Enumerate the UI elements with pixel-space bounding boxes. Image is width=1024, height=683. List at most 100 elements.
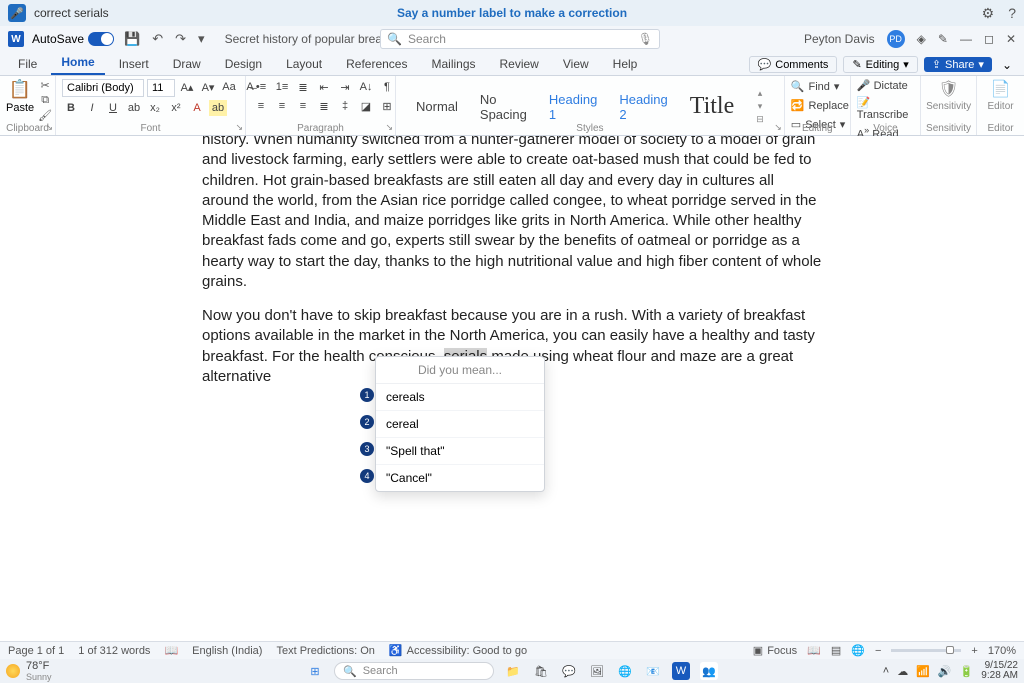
store-icon[interactable]: 🛍 xyxy=(532,662,550,680)
spellcheck-icon[interactable]: 📖 xyxy=(164,644,178,657)
format-painter-icon[interactable]: 🖌 xyxy=(38,109,52,122)
tab-home[interactable]: Home xyxy=(51,51,104,75)
battery-icon[interactable]: 🔋 xyxy=(960,665,974,678)
paragraph-1[interactable]: history. When humanity switched from a h… xyxy=(202,136,822,292)
minimize-icon[interactable]: — xyxy=(960,32,972,46)
toggle-on-icon[interactable] xyxy=(88,32,114,46)
autosave-toggle[interactable]: AutoSave xyxy=(32,32,114,46)
redo-icon[interactable]: ↷ xyxy=(173,31,188,47)
italic-icon[interactable]: I xyxy=(83,100,101,116)
zoom-slider[interactable] xyxy=(891,649,961,652)
word-taskbar-icon[interactable]: W xyxy=(672,662,690,680)
tab-review[interactable]: Review xyxy=(490,53,549,75)
grow-font-icon[interactable]: A▴ xyxy=(178,79,196,95)
style-nospacing[interactable]: No Spacing xyxy=(480,92,527,122)
editor-button[interactable]: Editor xyxy=(987,101,1013,112)
styles-up-icon[interactable]: ▴ xyxy=(758,88,763,99)
bold-icon[interactable]: B xyxy=(62,100,80,116)
tab-draw[interactable]: Draw xyxy=(163,53,211,75)
underline-icon[interactable]: U xyxy=(104,100,122,116)
tab-view[interactable]: View xyxy=(553,53,599,75)
edge-icon[interactable]: 🌐 xyxy=(616,662,634,680)
numbering-icon[interactable]: 1≡ xyxy=(273,79,291,95)
font-launcher-icon[interactable]: ↘ xyxy=(235,122,243,133)
suggestion-1[interactable]: 1cereals xyxy=(376,384,544,411)
onedrive-icon[interactable]: ☁ xyxy=(897,665,908,678)
copy-icon[interactable]: ⧉ xyxy=(41,94,49,107)
bullets-icon[interactable]: •≡ xyxy=(252,79,270,95)
paste-button[interactable]: 📋 Paste xyxy=(6,79,34,114)
focus-mode[interactable]: ▣ Focus xyxy=(753,644,797,657)
accessibility-status[interactable]: ♿ Accessibility: Good to go xyxy=(389,644,527,657)
tab-mailings[interactable]: Mailings xyxy=(421,53,485,75)
find-button[interactable]: 🔍 Find ▾ xyxy=(791,79,840,94)
styles-launcher-icon[interactable]: ↘ xyxy=(774,122,782,133)
search-input[interactable]: 🔍 Search 🎙 xyxy=(380,29,660,49)
start-icon[interactable]: ⊞ xyxy=(306,662,324,680)
comments-button[interactable]: 💬 Comments xyxy=(749,56,838,73)
style-heading1[interactable]: Heading 1 xyxy=(549,92,597,122)
explorer-icon[interactable]: 📁 xyxy=(504,662,522,680)
sensitivity-button[interactable]: Sensitivity xyxy=(926,101,971,112)
wifi-icon[interactable]: 📶 xyxy=(916,665,930,678)
justify-icon[interactable]: ≣ xyxy=(315,98,333,114)
collapse-ribbon-icon[interactable]: ⌄ xyxy=(998,58,1016,72)
weather-widget[interactable]: 78°F Sunny xyxy=(6,660,52,682)
read-mode-icon[interactable]: 📖 xyxy=(807,644,821,657)
transcribe-button[interactable]: 📝 Transcribe xyxy=(857,96,914,121)
text-predictions[interactable]: Text Predictions: On xyxy=(276,645,374,657)
suggestion-spell[interactable]: 3"Spell that" xyxy=(376,438,544,465)
align-center-icon[interactable]: ≡ xyxy=(273,98,291,114)
tray-chevron-icon[interactable]: ˄ xyxy=(883,665,889,677)
superscript-icon[interactable]: x² xyxy=(167,100,185,116)
shading-icon[interactable]: ◪ xyxy=(357,98,375,114)
clock[interactable]: 9/15/22 9:28 AM xyxy=(981,661,1018,681)
styles-down-icon[interactable]: ▾ xyxy=(758,101,763,112)
tab-insert[interactable]: Insert xyxy=(109,53,159,75)
mail-icon[interactable]: 📧 xyxy=(644,662,662,680)
tab-design[interactable]: Design xyxy=(215,53,272,75)
pilcrow-icon[interactable]: ¶ xyxy=(378,79,396,95)
undo-icon[interactable]: ↶ xyxy=(150,31,165,47)
maximize-icon[interactable]: ◻ xyxy=(984,32,994,46)
style-heading2[interactable]: Heading 2 xyxy=(619,92,667,122)
zoom-in-icon[interactable]: + xyxy=(971,645,977,657)
clipboard-launcher-icon[interactable]: ↘ xyxy=(45,122,53,133)
subscript-icon[interactable]: x₂ xyxy=(146,100,164,116)
teams-icon[interactable]: 👥 xyxy=(700,662,718,680)
cut-icon[interactable]: ✂ xyxy=(41,79,50,92)
settings-icon[interactable]: ⚙ xyxy=(982,5,995,22)
tab-layout[interactable]: Layout xyxy=(276,53,332,75)
style-title[interactable]: Title xyxy=(690,93,734,120)
volume-icon[interactable]: 🔊 xyxy=(938,665,952,678)
dictate-button[interactable]: 🎤 Dictate xyxy=(857,79,908,92)
highlight-icon[interactable]: ab xyxy=(209,100,227,116)
diamond-icon[interactable]: ◈ xyxy=(917,32,926,46)
align-left-icon[interactable]: ≡ xyxy=(252,98,270,114)
sort-icon[interactable]: A↓ xyxy=(357,79,375,95)
mic-icon[interactable]: 🎤 xyxy=(8,4,26,22)
suggestion-2[interactable]: 2cereal xyxy=(376,411,544,438)
share-button[interactable]: ⇪ Share ▾ xyxy=(924,57,992,72)
close-icon[interactable]: ✕ xyxy=(1006,32,1016,46)
increase-indent-icon[interactable]: ⇥ xyxy=(336,79,354,95)
paragraph-launcher-icon[interactable]: ↘ xyxy=(385,122,393,133)
editing-mode-button[interactable]: ✎ Editing ▾ xyxy=(843,56,917,73)
style-normal[interactable]: Normal xyxy=(416,99,458,114)
taskbar-search[interactable]: 🔍 Search xyxy=(334,662,494,680)
user-avatar[interactable]: PD xyxy=(887,30,905,48)
qat-customize-icon[interactable]: ▾ xyxy=(196,31,207,47)
align-right-icon[interactable]: ≡ xyxy=(294,98,312,114)
decrease-indent-icon[interactable]: ⇤ xyxy=(315,79,333,95)
page-count[interactable]: Page 1 of 1 xyxy=(8,645,64,657)
font-name-select[interactable] xyxy=(62,79,144,97)
tab-file[interactable]: File xyxy=(8,53,47,75)
line-spacing-icon[interactable]: ‡ xyxy=(336,98,354,114)
replace-button[interactable]: 🔁 Replace xyxy=(791,98,849,113)
document-page[interactable]: history. When humanity switched from a h… xyxy=(102,136,922,387)
pen-icon[interactable]: ✎ xyxy=(938,32,948,46)
multilevel-icon[interactable]: ≣ xyxy=(294,79,312,95)
tab-references[interactable]: References xyxy=(336,53,417,75)
change-case-icon[interactable]: Aa xyxy=(220,79,238,95)
font-size-select[interactable] xyxy=(147,79,175,97)
